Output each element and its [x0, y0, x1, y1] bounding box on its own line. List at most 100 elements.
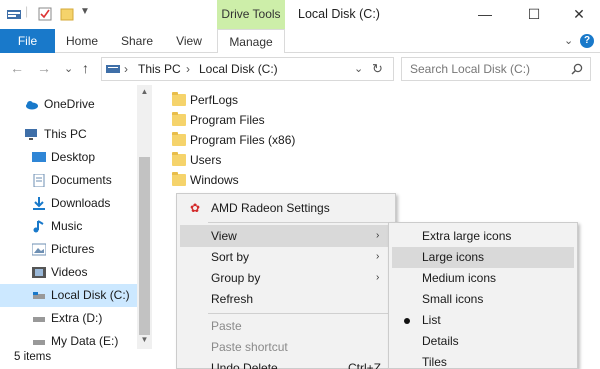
- videos-icon: [32, 267, 46, 278]
- menu-item-undo-delete[interactable]: Undo Delete Ctrl+Z: [180, 357, 392, 369]
- menu-item-refresh[interactable]: Refresh: [180, 288, 392, 310]
- menu-item-paste[interactable]: Paste: [180, 315, 392, 337]
- tab-manage[interactable]: Manage: [217, 29, 285, 54]
- tab-share[interactable]: Share: [115, 29, 159, 53]
- scroll-up-arrow[interactable]: ▲: [137, 85, 152, 99]
- sidebar-item-extra-d[interactable]: Extra (D:): [0, 307, 137, 330]
- menu-item-label: Tiles: [422, 355, 447, 369]
- sidebar-item-pictures[interactable]: Pictures: [0, 238, 137, 261]
- file-name: Users: [190, 153, 222, 167]
- folder-icon: [172, 112, 186, 126]
- menu-item-label: Refresh: [211, 292, 254, 306]
- menu-item-paste-shortcut[interactable]: Paste shortcut: [180, 336, 392, 358]
- sidebar-item-desktop[interactable]: Desktop: [0, 146, 137, 169]
- menu-item-view[interactable]: View ›: [180, 225, 392, 247]
- pictures-icon: [32, 243, 46, 256]
- address-bar[interactable]: › This PC › Local Disk (C:) ⌄ ↻: [101, 57, 394, 81]
- sidebar-item-documents[interactable]: Documents: [0, 169, 137, 192]
- maximize-button[interactable]: ☐: [511, 0, 557, 29]
- menu-item-extra-large-icons[interactable]: Extra large icons: [392, 226, 574, 247]
- recent-locations-button[interactable]: ⌄: [64, 62, 73, 75]
- menu-item-label: Extra large icons: [422, 229, 512, 243]
- menu-item-amd-radeon-settings[interactable]: ✿ AMD Radeon Settings: [180, 197, 392, 219]
- sidebar-item-this-pc[interactable]: This PC: [0, 123, 137, 146]
- menu-item-label: Medium icons: [422, 271, 497, 285]
- sidebar-item-label: Pictures: [51, 242, 95, 256]
- menu-item-small-icons[interactable]: Small icons: [392, 289, 574, 310]
- menu-item-sort-by[interactable]: Sort by ›: [180, 246, 392, 268]
- close-button[interactable]: ✕: [556, 0, 600, 29]
- menu-item-list[interactable]: List: [392, 310, 574, 331]
- menu-item-large-icons[interactable]: Large icons: [392, 247, 574, 268]
- sidebar-item-videos[interactable]: Videos: [0, 261, 137, 284]
- new-folder-icon[interactable]: [60, 7, 74, 21]
- menu-item-tiles[interactable]: Tiles: [392, 352, 574, 369]
- drive-tools-context-tab: Drive Tools: [217, 0, 285, 29]
- ribbon-tabs: File Home Share View Manage ⌄ ?: [0, 29, 600, 54]
- navpane-scrollbar[interactable]: ▲ ▼: [137, 85, 152, 349]
- downloads-icon: [33, 197, 45, 210]
- sidebar-item-label: Downloads: [51, 196, 111, 210]
- menu-item-details[interactable]: Details: [392, 331, 574, 352]
- context-menu: ✿ AMD Radeon Settings View › Sort by › G…: [176, 193, 396, 369]
- sidebar-item-onedrive[interactable]: OneDrive: [0, 93, 137, 116]
- view-submenu: Extra large icons Large icons Medium ico…: [388, 222, 578, 369]
- properties-icon[interactable]: [38, 7, 52, 21]
- folder-icon: [172, 172, 186, 186]
- amd-radeon-icon: ✿: [190, 201, 201, 215]
- refresh-button[interactable]: ↻: [372, 58, 383, 80]
- menu-item-label: Large icons: [422, 250, 485, 264]
- menu-item-label: Small icons: [422, 292, 484, 306]
- tab-home[interactable]: Home: [60, 29, 104, 53]
- menu-item-label: Group by: [211, 271, 261, 285]
- sidebar-item-label: Music: [51, 219, 83, 233]
- tab-file[interactable]: File: [0, 29, 55, 53]
- window-title: Local Disk (C:): [298, 7, 380, 21]
- menu-item-group-by[interactable]: Group by ›: [180, 267, 392, 289]
- explorer-app-icon[interactable]: [7, 7, 21, 21]
- breadcrumb-local-disk[interactable]: Local Disk (C:): [199, 58, 278, 80]
- menu-item-label: Paste shortcut: [211, 340, 288, 354]
- address-dropdown-button[interactable]: ⌄: [354, 58, 363, 80]
- computer-icon: [25, 129, 37, 140]
- this-pc-icon: [106, 65, 120, 73]
- back-button[interactable]: ←: [10, 60, 24, 76]
- file-name: Program Files: [190, 113, 265, 127]
- forward-button[interactable]: →: [37, 60, 51, 76]
- customize-toolbar-icon[interactable]: ▼: [80, 6, 90, 17]
- up-button[interactable]: ↑: [82, 60, 89, 76]
- sidebar-item-downloads[interactable]: Downloads: [0, 192, 137, 215]
- drive-icon: [33, 292, 45, 299]
- menu-item-medium-icons[interactable]: Medium icons: [392, 268, 574, 289]
- file-name: PerfLogs: [190, 93, 239, 107]
- tab-view[interactable]: View: [169, 29, 209, 53]
- expand-ribbon-icon[interactable]: ⌄: [564, 34, 573, 47]
- navigation-bar: ← → ⌄ ↑ › This PC › Local Disk (C:) ⌄ ↻ …: [0, 53, 600, 85]
- breadcrumb-separator[interactable]: ›: [186, 58, 190, 80]
- scroll-thumb[interactable]: [139, 157, 150, 335]
- sidebar-item-label: Local Disk (C:): [51, 288, 130, 302]
- drive-icon: [33, 340, 45, 345]
- search-input[interactable]: Search Local Disk (C:): [401, 57, 591, 81]
- breadcrumb-this-pc[interactable]: This PC: [138, 58, 181, 80]
- sidebar-item-label: Documents: [51, 173, 112, 187]
- submenu-arrow-icon: ›: [376, 272, 380, 283]
- submenu-arrow-icon: ›: [376, 230, 380, 241]
- scroll-down-arrow[interactable]: ▼: [137, 333, 152, 347]
- radio-bullet-icon: [404, 318, 410, 324]
- help-icon[interactable]: ?: [580, 34, 594, 48]
- sidebar-item-label: Videos: [51, 265, 88, 279]
- titlebar-divider: |: [25, 4, 29, 18]
- file-name: Program Files (x86): [190, 133, 296, 147]
- minimize-button[interactable]: —: [462, 0, 508, 29]
- sidebar-item-music[interactable]: Music: [0, 215, 137, 238]
- breadcrumb-separator[interactable]: ›: [124, 58, 128, 80]
- menu-item-label: Details: [422, 334, 459, 348]
- music-icon: [33, 220, 44, 233]
- sidebar-item-label: Extra (D:): [51, 311, 103, 325]
- sidebar-item-label: Desktop: [51, 150, 96, 164]
- sidebar-item-local-disk-c[interactable]: Local Disk (C:): [0, 284, 137, 307]
- navigation-pane: OneDrive This PC Desktop Documents Downl…: [0, 85, 152, 349]
- search-icon[interactable]: [571, 63, 583, 75]
- folder-icon: [172, 92, 186, 106]
